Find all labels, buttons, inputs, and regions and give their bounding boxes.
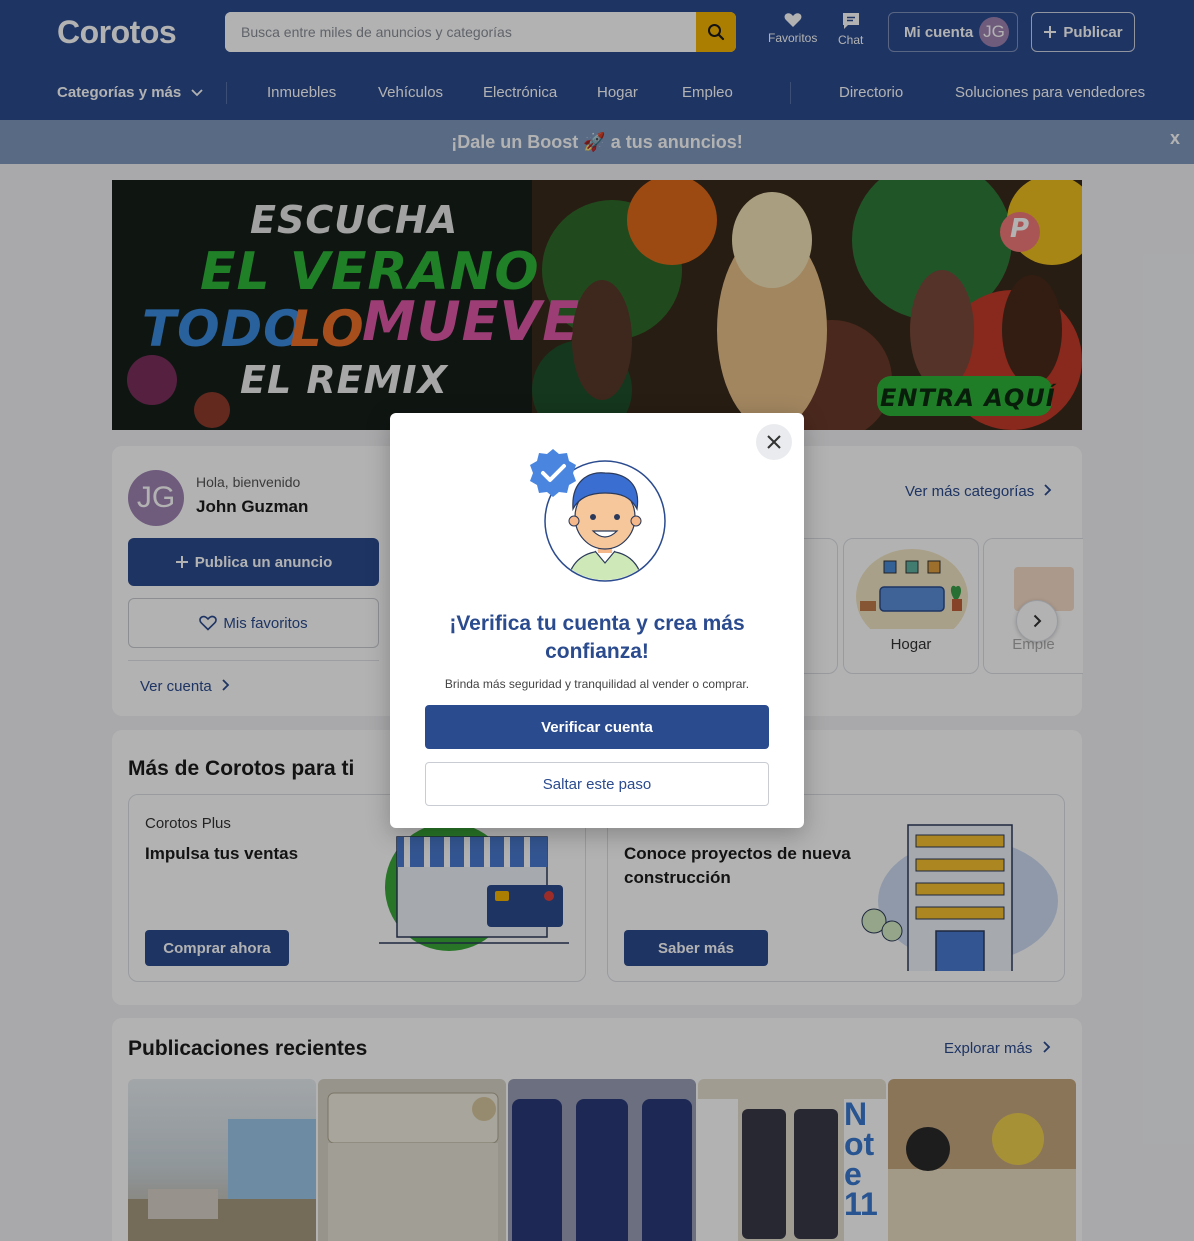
close-icon xyxy=(767,435,781,449)
modal-title: ¡Verifica tu cuenta y crea más confianza… xyxy=(449,612,745,663)
modal-subtitle: Brinda más seguridad y tranquilidad al v… xyxy=(444,677,750,691)
skip-step-button[interactable]: Saltar este paso xyxy=(425,762,769,806)
close-button[interactable] xyxy=(756,424,792,460)
verify-account-button[interactable]: Verificar cuenta xyxy=(425,705,769,749)
verify-account-modal: ¡Verifica tu cuenta y crea más confianza… xyxy=(390,413,804,828)
verified-user-illustration xyxy=(530,449,666,582)
